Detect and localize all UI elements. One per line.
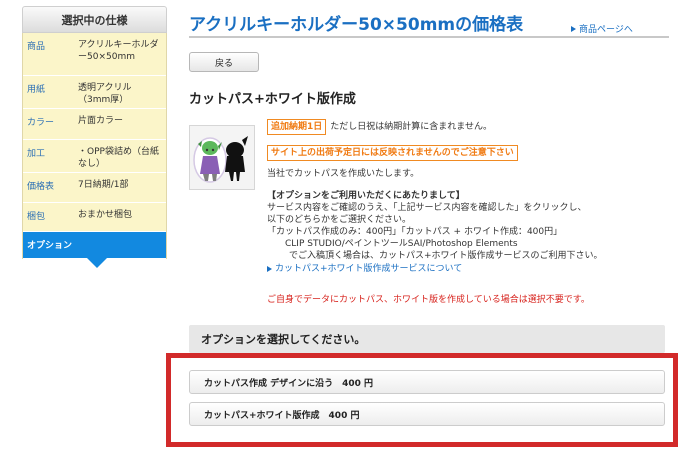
usage-line: CLIP STUDIO/ペイントツールSAI/Photoshop Element… bbox=[285, 239, 518, 249]
sample-image bbox=[189, 125, 255, 190]
usage-heading: 【オプションをご利用いただくにあたりまして】 bbox=[267, 191, 465, 201]
product-page-link[interactable]: 商品ページへ bbox=[571, 22, 633, 35]
product-page-link-label: 商品ページへ bbox=[579, 25, 633, 35]
spec-list: 商品 アクリルキーホルダー50×50mm 用紙 透明アクリル（3mm厚） カラー… bbox=[22, 33, 167, 268]
character-illustration-icon bbox=[190, 126, 254, 189]
option-cutpath-button[interactable]: カットパス作成 デザインに沿う 400 円 bbox=[189, 370, 665, 394]
triangle-right-icon bbox=[267, 266, 272, 272]
option-cutpath-white-button[interactable]: カットパス+ホワイト版作成 400 円 bbox=[189, 402, 665, 426]
spec-row-price-table: 価格表 7日納期/1部 bbox=[23, 173, 166, 203]
sidebar-heading: 選択中の仕様 bbox=[22, 6, 167, 33]
spec-key: 加工 bbox=[27, 149, 46, 159]
option-info: 追加納期1日 ただし日祝は納期計算に含まれません。 サイト上の出荷予定日には反映… bbox=[267, 119, 667, 306]
active-arrow-icon bbox=[87, 258, 107, 268]
usage-line: 「カットパス作成のみ：400円」「カットパス + ホワイト作成：400円」 bbox=[267, 227, 563, 237]
back-button[interactable]: 戻る bbox=[189, 52, 259, 72]
usage-line: でご入稿頂く場合は、カットパス+ホワイト版作成サービスのご利用下さい。 bbox=[289, 251, 603, 261]
spec-row-paper: 用紙 透明アクリル（3mm厚） bbox=[23, 76, 166, 109]
spec-row-processing: 加工 ・OPP袋詰め（台紙なし） bbox=[23, 140, 166, 173]
sidebar-item-option[interactable]: オプション bbox=[23, 232, 166, 268]
spec-value: ・OPP袋詰め（台紙なし） bbox=[78, 147, 159, 169]
sidebar-item-label: オプション bbox=[27, 241, 73, 251]
spec-value: 片面カラー bbox=[78, 116, 124, 126]
spec-key: 梱包 bbox=[27, 212, 46, 222]
usage-line: サービス内容をご確認のうえ、「上記サービス内容を確認した」をクリックし、 bbox=[267, 203, 587, 213]
lead-time-badge: 追加納期1日 bbox=[267, 119, 327, 135]
spec-sidebar: 選択中の仕様 商品 アクリルキーホルダー50×50mm 用紙 透明アクリル（3m… bbox=[22, 6, 167, 268]
not-required-note: ご自身でデータにカットパス、ホワイト版を作成している場合は選択不要です。 bbox=[267, 295, 590, 305]
spec-key: 価格表 bbox=[27, 182, 55, 192]
shipping-warning-badge: サイト上の出荷予定日には反映されませんのでご注意下さい bbox=[267, 145, 518, 161]
spec-value: おまかせ梱包 bbox=[78, 210, 133, 220]
highlight-frame bbox=[166, 353, 678, 447]
service-detail-link[interactable]: カットパス+ホワイト版作成サービスについて bbox=[267, 263, 667, 275]
spec-key: カラー bbox=[27, 118, 55, 128]
triangle-right-icon bbox=[571, 25, 576, 32]
spec-value: アクリルキーホルダー50×50mm bbox=[78, 40, 159, 62]
service-detail-link-label: カットパス+ホワイト版作成サービスについて bbox=[275, 264, 463, 274]
option-description: 当社でカットパスを作成いたします。 bbox=[267, 169, 420, 179]
lead-time-note: ただし日祝は納期計算に含まれません。 bbox=[330, 122, 492, 132]
usage-block: 【オプションをご利用いただくにあたりまして】 サービス内容をご確認のうえ、「上記… bbox=[267, 190, 667, 275]
spec-row-packing: 梱包 おまかせ梱包 bbox=[23, 203, 166, 232]
section-title: カットパス+ホワイト版作成 bbox=[189, 92, 356, 107]
option-select-heading: オプションを選択してください。 bbox=[189, 325, 665, 353]
lead-time-line: 追加納期1日 ただし日祝は納期計算に含まれません。 bbox=[267, 119, 667, 135]
warning-line: サイト上の出荷予定日には反映されませんのでご注意下さい bbox=[267, 145, 667, 161]
page-title: アクリルキーホルダー50×50mmの価格表 bbox=[189, 15, 524, 35]
spec-row-product: 商品 アクリルキーホルダー50×50mm bbox=[23, 33, 166, 76]
spec-row-color: カラー 片面カラー bbox=[23, 109, 166, 140]
spec-key: 商品 bbox=[27, 42, 46, 52]
spec-value: 7日納期/1部 bbox=[78, 180, 129, 190]
spec-value: 透明アクリル（3mm厚） bbox=[78, 83, 132, 105]
spec-key: 用紙 bbox=[27, 85, 46, 95]
title-bar: アクリルキーホルダー50×50mmの価格表 商品ページへ bbox=[189, 8, 669, 38]
usage-line: 以下のどちらかをご選択ください。 bbox=[267, 215, 412, 225]
